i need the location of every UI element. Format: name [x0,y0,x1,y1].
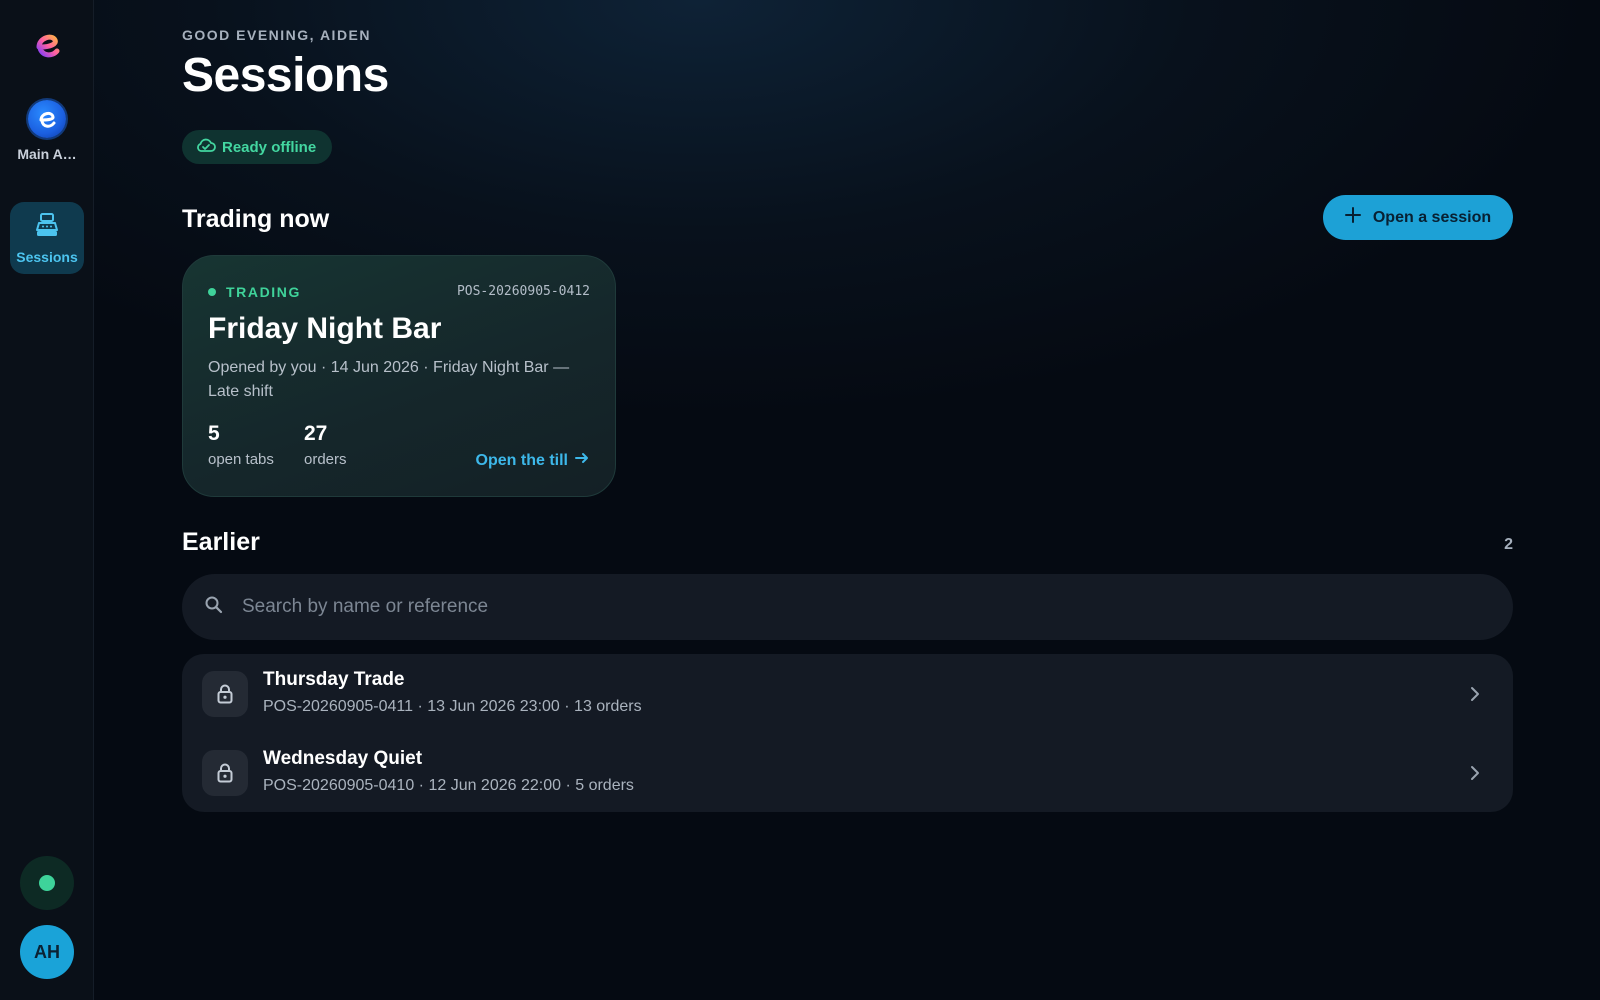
arrow-right-icon [574,450,590,471]
session-reference: POS-20260905-0412 [456,284,590,299]
session-row-meta: POS-20260905-0410 · 12 Jun 2026 22:00 · … [263,777,634,794]
lock-icon [202,671,248,717]
open-till-link[interactable]: Open the till [476,450,590,471]
avatar[interactable]: AH [20,925,74,979]
session-row-meta: POS-20260905-0411 · 13 Jun 2026 23:00 · … [263,698,642,715]
session-name: Friday Night Bar [208,312,442,345]
sidebar-item-label: Sessions [16,248,78,265]
chevron-right-icon [1465,763,1485,783]
trading-now-heading: Trading now [182,205,330,233]
brand-logo-icon[interactable] [30,28,64,62]
trading-status-label: TRADING [226,284,301,300]
account-switcher[interactable]: Main A… [0,100,94,162]
account-e-logo-icon [28,100,66,138]
open-session-button[interactable]: Open a session [1323,195,1513,240]
greeting: GOOD EVENING, AIDEN [182,27,372,43]
session-row-name: Wednesday Quiet [263,748,423,769]
search-input[interactable] [242,596,1513,618]
sidebar-item-sessions[interactable]: Sessions [10,202,84,274]
search-icon [204,595,224,620]
session-row-name: Thursday Trade [263,669,405,690]
online-status-dot-icon [39,875,55,891]
cash-register-icon [34,212,60,243]
connection-status[interactable] [20,856,74,910]
list-item[interactable]: Wednesday Quiet POS-20260905-0410 · 12 J… [182,733,1513,812]
offline-status-badge: Ready offline [182,130,333,164]
stat-value: 27 [304,422,328,445]
stat-value: 5 [208,422,220,445]
sidebar: Main A… Sessions AH [0,0,94,1000]
trading-status: TRADING [208,284,301,300]
stat-label: orders [304,451,347,468]
active-session-card[interactable]: TRADING POS-20260905-0412 Friday Night B… [182,255,616,497]
open-till-label: Open the till [475,451,568,469]
open-session-label: Open a session [1372,208,1492,226]
account-label: Main A… [17,146,77,162]
lock-icon [202,750,248,796]
earlier-heading: Earlier [182,528,260,556]
offline-badge-label: Ready offline [222,138,317,156]
search-field[interactable] [182,574,1513,640]
earlier-count: 2 [1504,536,1513,553]
stat-label: open tabs [208,451,274,468]
trading-dot-icon [208,288,216,296]
plus-icon [1344,207,1361,228]
list-item[interactable]: Thursday Trade POS-20260905-0411 · 13 Ju… [182,654,1513,733]
earlier-sessions-list: Thursday Trade POS-20260905-0411 · 13 Ju… [182,654,1513,812]
chevron-right-icon [1465,684,1485,704]
page-title: Sessions [182,49,389,102]
orders-stat: 27 orders [304,422,347,468]
open-tabs-stat: 5 open tabs [208,422,274,468]
cloud-check-icon [196,137,216,157]
session-meta: Opened by you · 14 Jun 2026 · Friday Nig… [208,359,570,400]
